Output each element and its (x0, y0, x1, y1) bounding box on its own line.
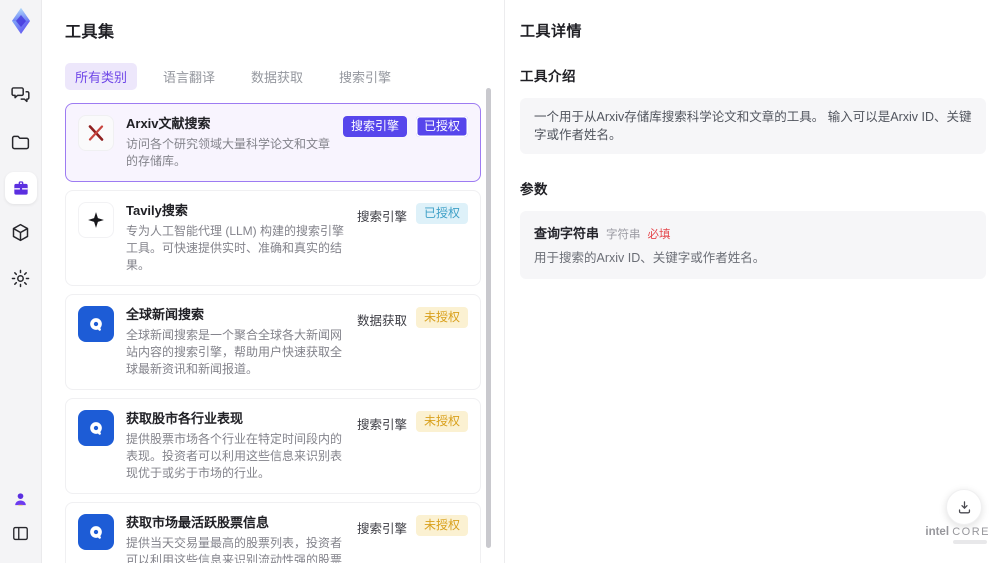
category-tabs: 所有类别 语言翻译 数据获取 搜索引擎 (65, 63, 504, 90)
tool-card-body: 全球新闻搜索 全球新闻搜索是一个聚合全球各大新闻网站内容的搜索引擎，帮助用户快速… (126, 306, 349, 378)
tool-name: 获取市场最活跃股票信息 (126, 515, 270, 530)
tool-name: 获取股市各行业表现 (126, 411, 244, 426)
list-scrollbar[interactable] (486, 88, 491, 548)
brand-sub-mark (953, 540, 988, 544)
tool-card-body: Arxiv文献搜索 访问各个研究领域大量科学论文和文章的存储库。 (126, 115, 335, 170)
tool-card-meta: 数据获取 未授权 (357, 306, 468, 378)
brand-intel: intel (925, 526, 950, 538)
tool-description: 专为人工智能代理 (LLM) 构建的搜索引擎工具。可快速提供实时、准确和真实的结… (126, 224, 345, 272)
intro-heading: 工具介绍 (520, 69, 576, 84)
sidebar-item-toolbox-active[interactable] (4, 172, 37, 204)
category-tag: 搜索引擎 (356, 210, 407, 224)
tool-intro-text: 一个用于从Arxiv存储库搜索科学论文和文章的工具。 输入可以是Arxiv ID… (520, 98, 986, 154)
tool-detail-panel: 工具详情 工具介绍 一个用于从Arxiv存储库搜索科学论文和文章的工具。 输入可… (506, 0, 1000, 563)
tab-language-translation[interactable]: 语言翻译 (153, 63, 225, 90)
page-title: 工具集 (65, 24, 115, 41)
category-tag: 搜索引擎 (356, 522, 407, 536)
category-tag: 数据获取 (356, 314, 407, 328)
parameter-name: 查询字符串 (534, 226, 600, 241)
tool-list: Arxiv文献搜索 访问各个研究领域大量科学论文和文章的存储库。 搜索引擎 已授… (65, 103, 481, 563)
status-badge: 已授权 (415, 116, 468, 137)
tool-description: 提供当天交易量最高的股票列表，投资者可以利用这些信息来识别流动性强的股票和潜在的… (126, 536, 343, 563)
tab-search-engine[interactable]: 搜索引擎 (329, 63, 401, 90)
intel-core-logo: intel CORE (925, 526, 990, 544)
status-badge: 未授权 (415, 411, 468, 432)
user-avatar-icon[interactable] (7, 485, 35, 513)
global-news-search-icon (78, 306, 114, 342)
category-tag: 搜索引擎 (356, 418, 407, 432)
parameter-head: 查询字符串 字符串 必填 (534, 223, 972, 242)
tool-name: Arxiv文献搜索 (126, 116, 211, 131)
tool-card-meta: 搜索引擎 未授权 (357, 410, 468, 482)
tool-card-tavily[interactable]: Tavily搜索 专为人工智能代理 (LLM) 构建的搜索引擎工具。可快速提供实… (65, 190, 481, 286)
parameter-description: 用于搜索的Arxiv ID、关键字或作者姓名。 (534, 251, 766, 265)
parameter-item: 查询字符串 字符串 必填 用于搜索的Arxiv ID、关键字或作者姓名。 (520, 211, 986, 279)
parameter-type: 字符串 (606, 229, 641, 241)
tab-all-categories[interactable]: 所有类别 (65, 63, 138, 90)
tool-card-body: Tavily搜索 专为人工智能代理 (LLM) 构建的搜索引擎工具。可快速提供实… (126, 202, 349, 274)
tool-description: 访问各个研究领域大量科学论文和文章的存储库。 (126, 137, 331, 168)
download-icon (958, 500, 970, 513)
tab-data-fetch[interactable]: 数据获取 (241, 63, 313, 90)
tool-card-meta: 搜索引擎 已授权 (342, 115, 468, 170)
app-logo-icon (7, 7, 35, 35)
tool-card-meta: 搜索引擎 未授权 (357, 514, 468, 563)
tool-card-stock-sectors[interactable]: 获取股市各行业表现 提供股票市场各个行业在特定时间段内的表现。投资者可以利用这些… (65, 398, 481, 494)
collapse-sidebar-icon[interactable] (7, 519, 35, 547)
detail-title: 工具详情 (520, 23, 583, 40)
download-button[interactable] (946, 489, 982, 525)
status-badge: 已授权 (415, 203, 468, 224)
tool-list-panel: 工具集 所有类别 语言翻译 数据获取 搜索引擎 Arxiv文献搜索 访问各个研究… (42, 0, 505, 563)
active-stocks-icon (78, 514, 114, 550)
tool-description: 全球新闻搜索是一个聚合全球各大新闻网站内容的搜索引擎，帮助用户快速获取全球最新资… (126, 328, 343, 376)
cube-icon[interactable] (7, 218, 35, 246)
parameter-required-flag: 必填 (647, 229, 671, 241)
chat-icon[interactable] (7, 80, 35, 108)
stock-sector-icon (78, 410, 114, 446)
tool-card-global-news[interactable]: 全球新闻搜索 全球新闻搜索是一个聚合全球各大新闻网站内容的搜索引擎，帮助用户快速… (65, 294, 481, 390)
status-badge: 未授权 (415, 515, 468, 536)
tool-description: 提供股票市场各个行业在特定时间段内的表现。投资者可以利用这些信息来识别表现优于或… (126, 432, 343, 480)
tavily-icon (78, 202, 114, 238)
sidebar (0, 0, 42, 563)
tool-card-arxiv[interactable]: Arxiv文献搜索 访问各个研究领域大量科学论文和文章的存储库。 搜索引擎 已授… (65, 103, 481, 182)
tool-name: Tavily搜索 (126, 203, 188, 218)
folder-icon[interactable] (7, 128, 35, 156)
brand-core: CORE (952, 526, 990, 538)
params-heading: 参数 (520, 182, 548, 197)
tool-card-active-stocks[interactable]: 获取市场最活跃股票信息 提供当天交易量最高的股票列表，投资者可以利用这些信息来识… (65, 502, 481, 563)
tool-card-body: 获取股市各行业表现 提供股票市场各个行业在特定时间段内的表现。投资者可以利用这些… (126, 410, 349, 482)
tool-card-meta: 搜索引擎 已授权 (357, 202, 468, 274)
arxiv-icon (78, 115, 114, 151)
category-tag: 搜索引擎 (342, 116, 407, 137)
status-badge: 未授权 (415, 307, 468, 328)
tool-card-body: 获取市场最活跃股票信息 提供当天交易量最高的股票列表，投资者可以利用这些信息来识… (126, 514, 349, 563)
settings-gear-icon[interactable] (7, 264, 35, 292)
tool-name: 全球新闻搜索 (126, 307, 205, 322)
